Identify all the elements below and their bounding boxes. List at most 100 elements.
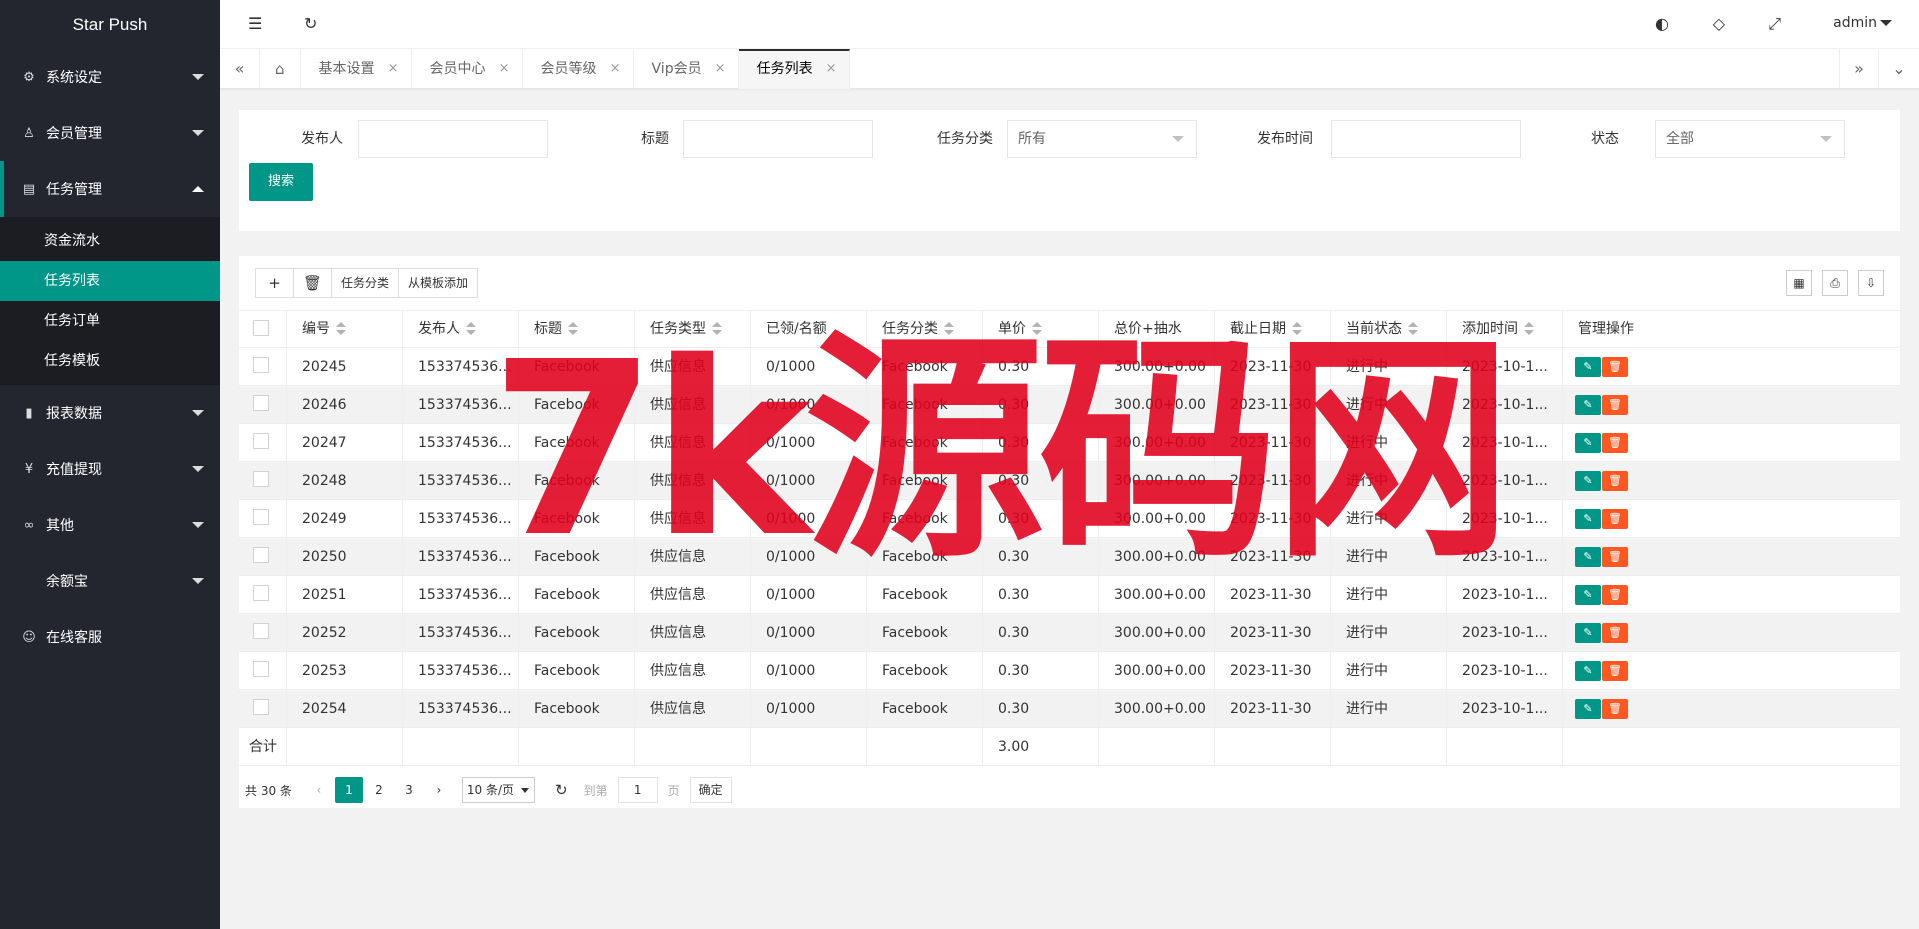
delete-icon[interactable]: 🗑 [1602,622,1628,643]
sidebar-item-member-management[interactable]: ♙ 会员管理 [0,105,220,161]
edit-icon[interactable]: ✎ [1575,470,1601,491]
close-icon[interactable]: × [715,49,726,89]
delete-icon[interactable]: 🗑 [1602,356,1628,377]
theme-icon[interactable]: ◐ [1655,14,1669,33]
checkbox[interactable] [253,319,269,336]
close-icon[interactable]: × [826,51,837,87]
close-icon[interactable]: × [610,49,621,89]
columns-filter-icon[interactable]: ▦ [1786,270,1812,296]
search-button[interactable]: 搜索 [249,163,313,201]
page-3[interactable]: 3 [395,777,423,803]
checkbox[interactable] [253,547,269,563]
sidebar-item-recharge-withdraw[interactable]: ¥ 充值提现 [0,441,220,497]
sidebar-item-other[interactable]: ∞ 其他 [0,497,220,553]
next-page-icon[interactable]: › [425,777,453,803]
sidebar-item-reports[interactable]: ▮ 报表数据 [0,385,220,441]
sidebar-item-system-settings[interactable]: ⚙ 系统设定 [0,49,220,105]
publisher-input[interactable] [358,120,548,158]
checkbox[interactable] [253,395,269,411]
tab-member-level[interactable]: 会员等级 × [523,49,634,89]
sort-icon[interactable] [1408,322,1418,336]
export-icon[interactable]: ⇩ [1858,270,1884,296]
row-checkbox-cell[interactable] [239,461,287,500]
edit-icon[interactable]: ✎ [1575,584,1601,605]
publish-time-input[interactable] [1331,120,1521,158]
sidebar-subitem-task-list[interactable]: 任务列表 [0,261,220,301]
checkbox[interactable] [253,433,269,449]
sidebar-subitem-task-orders[interactable]: 任务订单 [0,301,220,341]
checkbox[interactable] [253,471,269,487]
sidebar-item-yuebao[interactable]: 余额宝 [0,553,220,609]
checkbox[interactable] [253,357,269,373]
edit-icon[interactable]: ✎ [1575,698,1601,719]
prev-page-icon[interactable]: ‹ [305,777,333,803]
sort-icon[interactable] [1524,322,1534,336]
delete-icon[interactable]: 🗑 [1602,546,1628,567]
status-select[interactable]: 全部 [1655,120,1845,158]
tab-vip-member[interactable]: Vip会员 × [634,49,739,89]
edit-icon[interactable]: ✎ [1575,356,1601,377]
menu-toggle-icon[interactable]: ☰ [248,14,262,33]
checkbox[interactable] [253,509,269,525]
delete-icon[interactable]: 🗑 [1602,508,1628,529]
col-header-publisher[interactable]: 发布人 [403,310,519,348]
task-category-button[interactable]: 任务分类 [332,269,400,297]
close-icon[interactable]: × [388,49,399,89]
page-2[interactable]: 2 [365,777,393,803]
tab-home[interactable]: ⌂ [260,49,301,89]
row-checkbox-cell[interactable] [239,385,287,424]
edit-icon[interactable]: ✎ [1575,660,1601,681]
title-input[interactable] [683,120,873,158]
tag-icon[interactable]: ◇ [1713,14,1725,33]
row-checkbox-cell[interactable] [239,575,287,614]
col-header-unit-price[interactable]: 单价 [983,310,1099,348]
refresh-page-icon[interactable]: ↻ [555,781,568,799]
sidebar-item-online-service[interactable]: ☺ 在线客服 [0,609,220,665]
select-all-checkbox[interactable] [239,310,287,348]
edit-icon[interactable]: ✎ [1575,432,1601,453]
delete-icon[interactable]: 🗑 [1602,584,1628,605]
refresh-icon[interactable]: ↻ [304,14,317,33]
delete-icon[interactable]: 🗑 [1602,394,1628,415]
tabs-more-icon[interactable]: ⌄ [1879,49,1919,89]
tab-task-list[interactable]: 任务列表 × [738,49,850,89]
row-checkbox-cell[interactable] [239,651,287,690]
col-header-title[interactable]: 标题 [519,310,635,348]
delete-button[interactable]: 🗑 [294,269,332,297]
col-header-category[interactable]: 任务分类 [867,310,983,348]
row-checkbox-cell[interactable] [239,613,287,652]
page-size-select[interactable]: 10 条/页 [461,777,536,803]
tab-basic-settings[interactable]: 基本设置 × [301,49,412,89]
edit-icon[interactable]: ✎ [1575,394,1601,415]
sort-icon[interactable] [712,322,722,336]
row-checkbox-cell[interactable] [239,347,287,386]
delete-icon[interactable]: 🗑 [1602,470,1628,491]
edit-icon[interactable]: ✎ [1575,546,1601,567]
sort-icon[interactable] [944,322,954,336]
tabs-next-icon[interactable]: » [1839,49,1879,89]
col-header-created[interactable]: 添加时间 [1447,310,1563,348]
sidebar-item-task-management[interactable]: ▤ 任务管理 [0,161,220,217]
row-checkbox-cell[interactable] [239,423,287,462]
print-icon[interactable]: ⎙ [1822,270,1848,296]
page-1[interactable]: 1 [334,777,363,803]
sort-icon[interactable] [336,322,346,336]
col-header-id[interactable]: 编号 [287,310,403,348]
row-checkbox-cell[interactable] [239,689,287,728]
col-header-task-type[interactable]: 任务类型 [635,310,751,348]
sidebar-subitem-task-templates[interactable]: 任务模板 [0,341,220,381]
tab-member-center[interactable]: 会员中心 × [412,49,523,89]
sort-icon[interactable] [568,322,578,336]
row-checkbox-cell[interactable] [239,537,287,576]
category-select[interactable]: 所有 [1007,120,1197,158]
col-header-status[interactable]: 当前状态 [1331,310,1447,348]
row-checkbox-cell[interactable] [239,499,287,538]
goto-confirm-button[interactable]: 确定 [689,777,732,803]
fullscreen-icon[interactable]: ⤢ [1768,14,1781,34]
checkbox[interactable] [253,699,269,715]
delete-icon[interactable]: 🗑 [1602,660,1628,681]
user-menu[interactable]: admin [1833,15,1892,31]
sidebar-subitem-fund-flow[interactable]: 资金流水 [0,221,220,261]
add-from-template-button[interactable]: 从模板添加 [399,269,477,297]
delete-icon[interactable]: 🗑 [1602,432,1628,453]
